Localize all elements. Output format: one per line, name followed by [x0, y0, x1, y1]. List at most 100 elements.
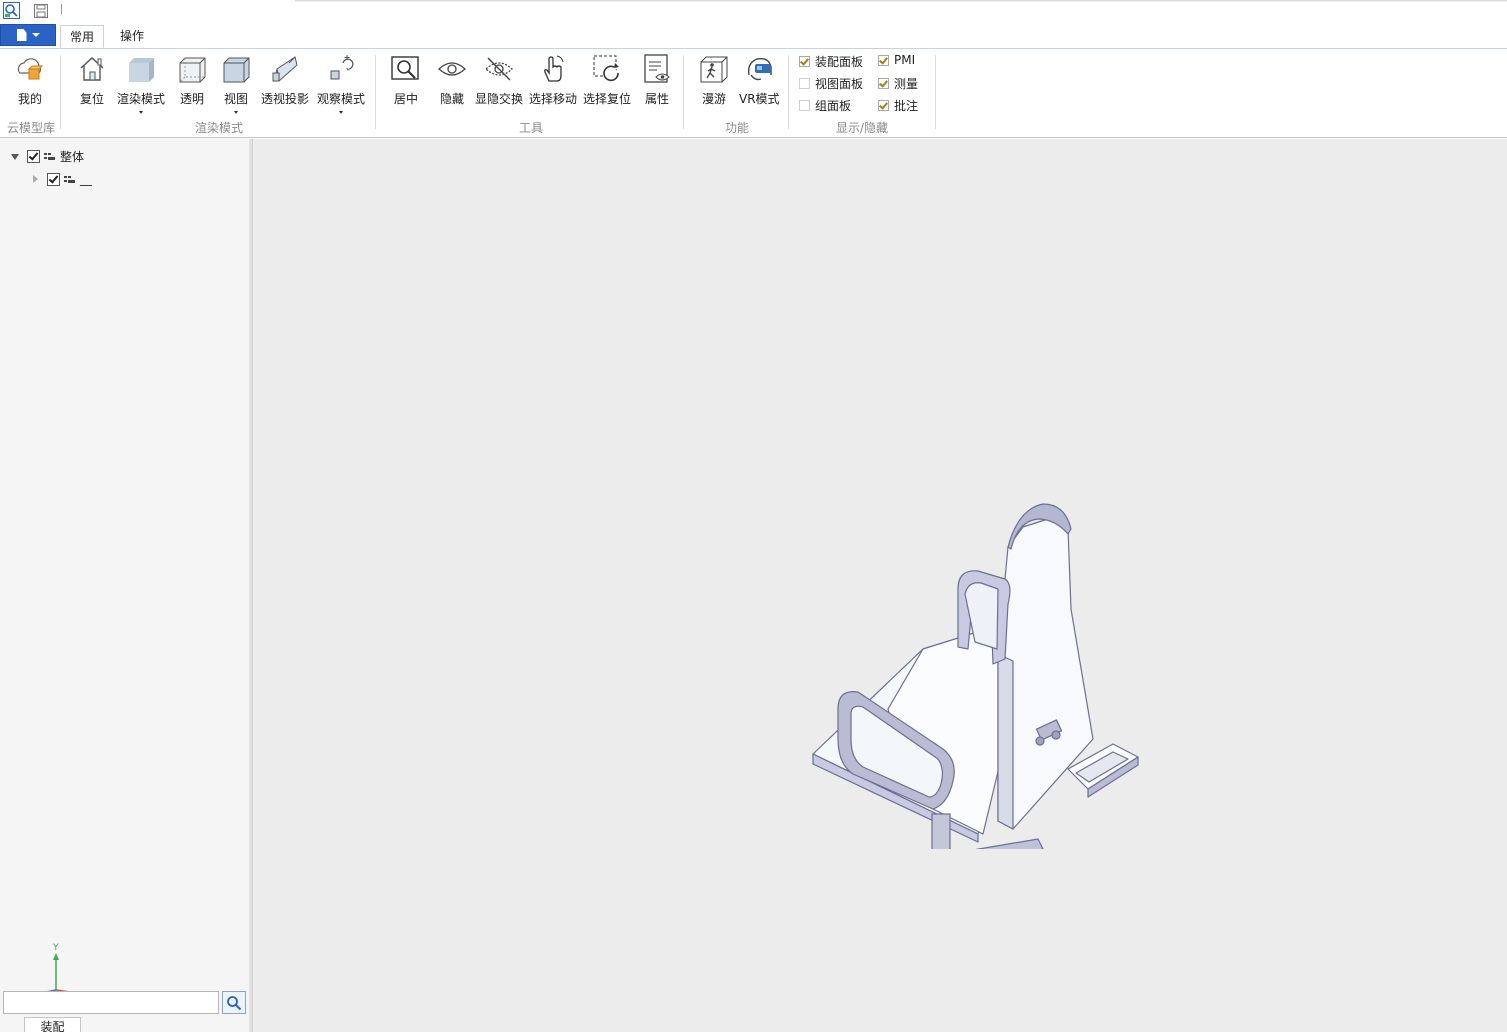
- properties-button[interactable]: 属性: [641, 53, 673, 107]
- file-menu-button[interactable]: [0, 24, 56, 46]
- group-panel-label: 组面板: [815, 99, 852, 113]
- group-separator: [935, 55, 936, 129]
- my-cloud-label: 我的: [17, 92, 42, 106]
- expand-closed-icon[interactable]: [33, 175, 38, 183]
- view-panel-checkbox[interactable]: 视图面板: [799, 75, 863, 92]
- home-icon: [80, 56, 104, 81]
- axis-triad-icon: Y: [45, 943, 71, 992]
- tree-checkbox-icon[interactable]: [47, 172, 60, 186]
- walk-cube-icon: [700, 56, 728, 83]
- tab-assembly[interactable]: 装配: [24, 1017, 81, 1032]
- shaded-cube-icon: [129, 58, 154, 82]
- quick-access-separator: [61, 4, 62, 14]
- tree-child-label: __: [80, 172, 92, 186]
- view-panel-label: 视图面板: [815, 77, 864, 91]
- vr-mode-button[interactable]: VR模式: [739, 53, 780, 107]
- my-cloud-button[interactable]: 我的: [14, 53, 46, 107]
- hide-label: 隐藏: [439, 92, 464, 106]
- toggle-visibility-label: 显隐交换: [475, 92, 524, 106]
- observe-mode-label: 观察模式: [317, 92, 366, 106]
- tree-node-child[interactable]: __: [33, 172, 92, 186]
- tab-operation[interactable]: 操作: [111, 25, 153, 48]
- chevron-down-icon: [31, 33, 40, 37]
- 3d-viewport[interactable]: [253, 139, 1507, 1032]
- pmi-checkbox[interactable]: PMI: [878, 53, 915, 67]
- view-label: 视图: [223, 92, 248, 106]
- orbit-icon: [330, 55, 354, 80]
- measure-checkbox[interactable]: 测量: [878, 75, 918, 92]
- properties-label: 属性: [644, 92, 669, 106]
- selection-reset-icon: [593, 55, 619, 82]
- expand-open-icon[interactable]: [11, 153, 19, 160]
- center-label: 居中: [393, 92, 418, 106]
- annotation-checkbox[interactable]: 批注: [878, 97, 918, 114]
- vr-headset-icon: [748, 57, 772, 81]
- dropdown-caret-icon: [139, 111, 143, 114]
- hide-button[interactable]: 隐藏: [436, 53, 468, 107]
- annotation-label: 批注: [894, 99, 919, 113]
- roam-button[interactable]: 漫游: [698, 53, 730, 107]
- tree-root-label: 整体: [60, 150, 85, 164]
- title-shadow: [295, 0, 1507, 2]
- perspective-label: 透视投影: [261, 92, 310, 106]
- view-button[interactable]: 视图: [220, 53, 252, 114]
- render-mode-label: 渲染模式: [117, 92, 166, 106]
- group-panel-checkbox[interactable]: 组面板: [799, 97, 851, 114]
- zoom-center-icon: [391, 56, 419, 80]
- functions-group-label: 功能: [725, 121, 750, 135]
- assembly-icon: [44, 153, 55, 160]
- transparent-label: 透明: [179, 92, 204, 106]
- assembly-panel-label: 装配面板: [815, 55, 864, 69]
- select-move-button[interactable]: 选择移动: [529, 53, 577, 107]
- search-button[interactable]: [222, 991, 246, 1014]
- vr-mode-label: VR模式: [739, 92, 780, 106]
- tree-checkbox-icon[interactable]: [27, 150, 40, 163]
- tools-group-label: 工具: [519, 121, 544, 135]
- checkbox-unchecked-icon: [799, 78, 810, 89]
- checkbox-checked-icon: [878, 54, 889, 66]
- display-group-label: 显示/隐藏: [836, 121, 889, 135]
- app-logo-icon: [3, 2, 20, 19]
- ribbon-tab-row: 常用 操作: [0, 24, 1507, 49]
- save-icon[interactable]: [33, 3, 49, 19]
- hand-pointer-icon: [544, 55, 564, 82]
- search-icon: [227, 995, 242, 1010]
- transparent-button[interactable]: 透明: [176, 53, 208, 107]
- checkbox-checked-icon: [799, 56, 810, 67]
- reset-view-button[interactable]: 复位: [76, 53, 108, 107]
- perspective-box-icon: [272, 56, 298, 82]
- assembly-tree-panel: 整体 __: [0, 139, 250, 1032]
- group-separator: [375, 55, 376, 129]
- assembly-icon: [64, 175, 75, 183]
- eye-icon: [438, 62, 466, 76]
- cloud-box-icon: [17, 58, 44, 80]
- axis-y-label: Y: [52, 943, 59, 953]
- group-separator: [788, 55, 789, 129]
- perspective-button[interactable]: 透视投影: [261, 53, 309, 107]
- toggle-visibility-button[interactable]: 显隐交换: [475, 53, 523, 107]
- cloud-group-label: 云模型库: [7, 121, 56, 135]
- ribbon: 我的 云模型库 复位 渲染模式 透明 视图 透视投影 观察模式 渲染模式 居中 …: [0, 49, 1507, 138]
- checkbox-checked-icon: [878, 78, 889, 89]
- observe-mode-button[interactable]: 观察模式: [317, 53, 365, 114]
- transparent-cube-icon: [179, 57, 206, 83]
- assembly-panel-checkbox[interactable]: 装配面板: [799, 53, 863, 70]
- view-cube-icon: [223, 57, 250, 83]
- document-icon: [16, 29, 27, 41]
- center-button[interactable]: 居中: [390, 53, 422, 107]
- office-chair-model[interactable]: [793, 409, 1193, 849]
- select-move-label: 选择移动: [529, 92, 578, 106]
- tab-common[interactable]: 常用: [60, 25, 105, 48]
- search-input[interactable]: [3, 991, 219, 1014]
- roam-label: 漫游: [701, 92, 726, 106]
- tree-node-root[interactable]: 整体: [11, 148, 84, 165]
- reset-view-label: 复位: [79, 92, 104, 106]
- checkbox-unchecked-icon: [799, 100, 810, 111]
- title-bar: [0, 0, 1507, 22]
- render-mode-button[interactable]: 渲染模式: [117, 53, 165, 114]
- dropdown-caret-icon: [339, 111, 343, 114]
- dropdown-caret-icon: [234, 111, 238, 114]
- pmi-label: PMI: [894, 53, 916, 67]
- group-separator: [60, 55, 61, 129]
- select-reset-button[interactable]: 选择复位: [583, 53, 631, 107]
